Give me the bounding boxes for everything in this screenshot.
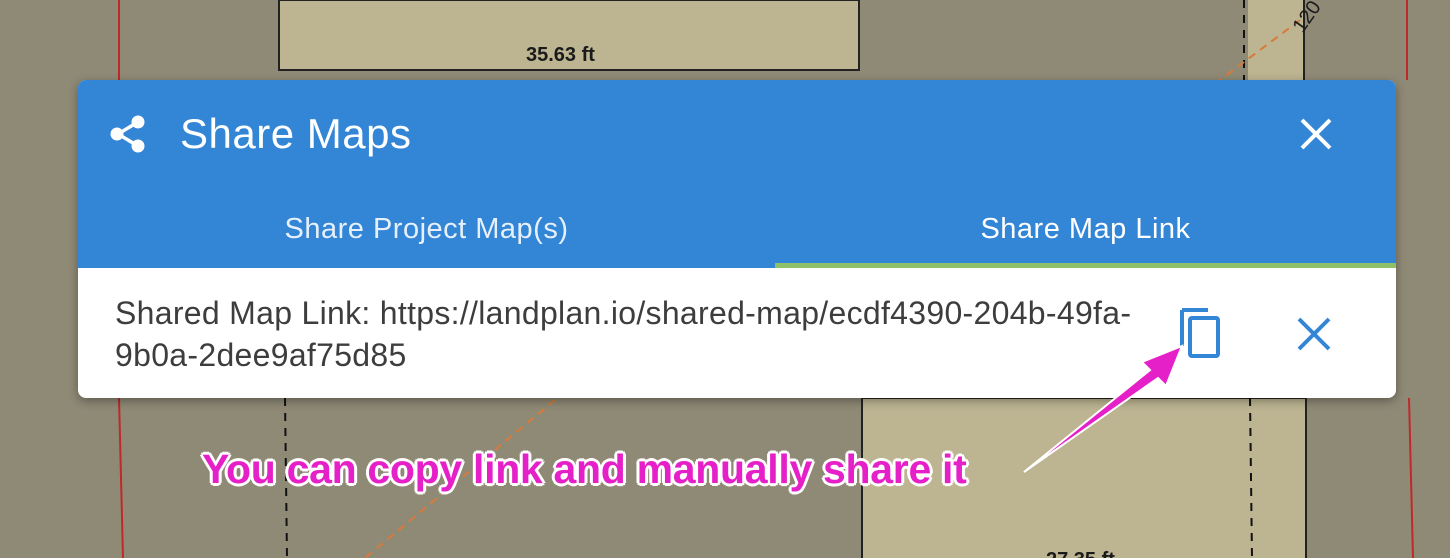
tab-share-map-link[interactable]: Share Map Link <box>775 194 1396 268</box>
share-maps-dialog: Share Maps Share Project Map(s) Share Ma… <box>78 80 1396 398</box>
active-tab-indicator <box>775 263 1396 268</box>
close-icon[interactable] <box>1294 112 1338 156</box>
tab-share-project-maps[interactable]: Share Project Map(s) <box>78 194 775 268</box>
copy-icon[interactable] <box>1176 306 1228 362</box>
shared-map-link-text: Shared Map Link: https://landplan.io/sha… <box>115 295 1132 373</box>
clear-icon[interactable] <box>1294 314 1334 354</box>
annotation-text: You can copy link and manually share it <box>202 446 967 492</box>
share-icon <box>110 115 145 153</box>
measure-bottom-label: 27.35 ft <box>1046 549 1115 558</box>
dialog-header: Share Maps Share Project Map(s) Share Ma… <box>78 80 1396 268</box>
dialog-title: Share Maps <box>180 110 412 157</box>
measure-top-label: 35.63 ft <box>526 44 595 66</box>
